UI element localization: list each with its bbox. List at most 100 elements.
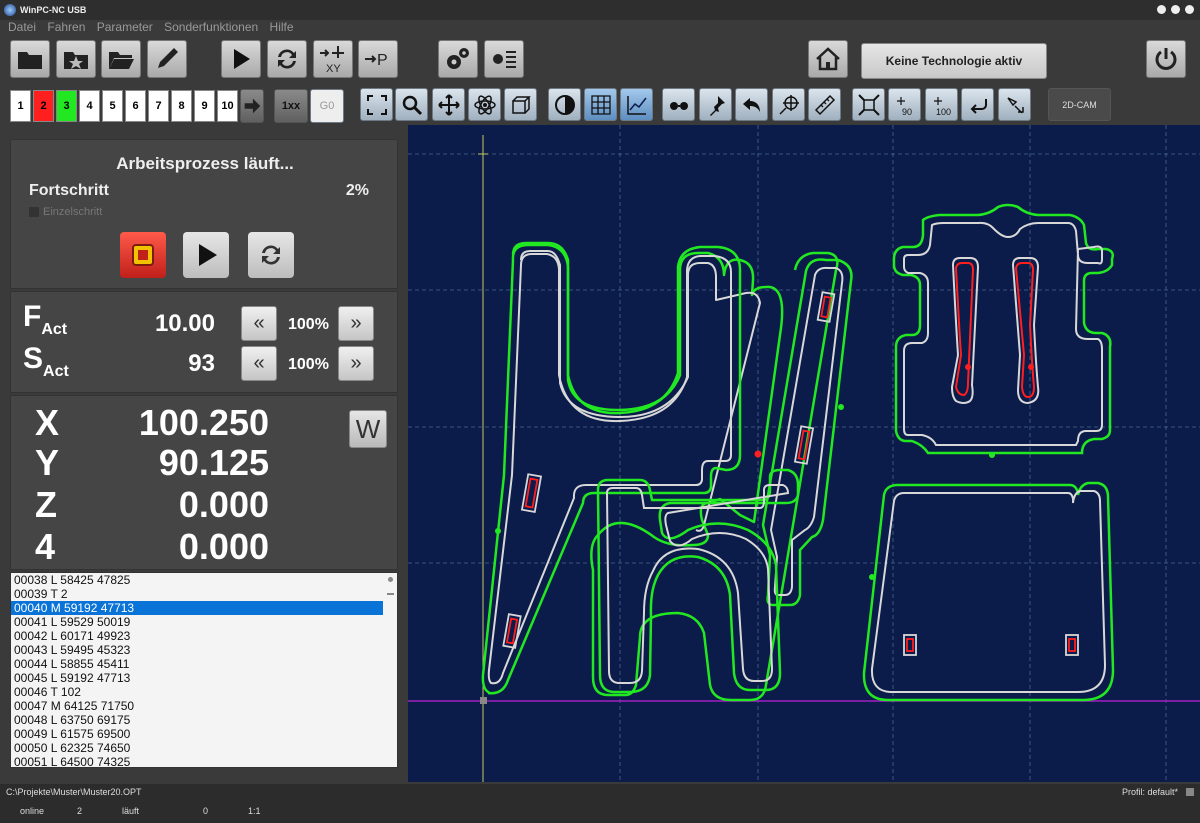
cam-canvas[interactable] bbox=[408, 125, 1200, 782]
maximize-button[interactable] bbox=[1171, 5, 1180, 14]
file-path: C:\Projekte\Muster\Muster20.OPT bbox=[6, 787, 142, 797]
grid-icon bbox=[590, 94, 611, 115]
technology-button[interactable]: Keine Technologie aktiv bbox=[861, 43, 1047, 79]
graph-button[interactable] bbox=[620, 88, 653, 121]
move-to-p-button[interactable]: P bbox=[358, 40, 398, 78]
speed-increase-button[interactable]: » bbox=[338, 346, 374, 381]
restart-button[interactable] bbox=[248, 232, 294, 278]
rotate-90-button[interactable]: 90 bbox=[888, 88, 921, 121]
gcode-line[interactable]: 00046 T 102 bbox=[11, 685, 383, 699]
menu-parameter[interactable]: Parameter bbox=[97, 20, 153, 34]
move-xy-button[interactable]: XY bbox=[313, 40, 353, 78]
favorites-button[interactable] bbox=[56, 40, 96, 78]
menu-bar: Datei Fahren Parameter Sonderfunktionen … bbox=[0, 20, 1200, 36]
settings-button[interactable] bbox=[438, 40, 478, 78]
power-icon bbox=[1155, 48, 1177, 70]
gcode-line[interactable]: 00047 M 64125 71750 bbox=[11, 699, 383, 713]
gcode-line[interactable]: 00040 M 59192 47713 bbox=[11, 601, 383, 615]
gcode-line[interactable]: 00049 L 61575 69500 bbox=[11, 727, 383, 741]
gcode-list[interactable]: 00038 L 58425 47825 00039 T 2 00040 M 5919… bbox=[10, 572, 398, 768]
measure-button[interactable] bbox=[808, 88, 841, 121]
close-button[interactable] bbox=[1185, 5, 1194, 14]
power-button[interactable] bbox=[1146, 40, 1186, 78]
scale-1xx-button[interactable]: 1xx bbox=[274, 89, 308, 123]
gcode-line[interactable]: 00039 T 2 bbox=[11, 587, 383, 601]
feed-value: 10.00 bbox=[154, 310, 215, 337]
pin-icon bbox=[709, 95, 725, 116]
status-state: läuft bbox=[122, 806, 140, 816]
workpiece-zero-button[interactable]: W bbox=[349, 410, 387, 448]
return-button[interactable] bbox=[961, 88, 994, 121]
scale-100-button[interactable]: 100 bbox=[925, 88, 958, 121]
gcode-line[interactable]: 00044 L 58855 45411 bbox=[11, 657, 383, 671]
gcode-line[interactable]: 00043 L 59495 45323 bbox=[11, 643, 383, 657]
gcode-line[interactable]: 00045 L 59192 47713 bbox=[11, 671, 383, 685]
status-count: 0 bbox=[203, 806, 209, 816]
gcode-line[interactable]: 00042 L 60171 49923 bbox=[11, 629, 383, 643]
ruler-icon bbox=[814, 94, 835, 115]
pan-button[interactable] bbox=[432, 88, 465, 121]
menu-sonderfunktionen[interactable]: Sonderfunktionen bbox=[164, 20, 258, 34]
gcode-scrollbar[interactable] bbox=[384, 573, 397, 767]
slot-left-red bbox=[954, 262, 975, 397]
tool-4-button[interactable]: 4 bbox=[79, 90, 100, 122]
start-button[interactable] bbox=[221, 40, 261, 78]
gcode-line[interactable]: 00050 L 62325 74650 bbox=[11, 741, 383, 755]
single-step-checkbox[interactable]: Einzelschritt bbox=[29, 206, 102, 218]
open-file-button[interactable] bbox=[10, 40, 50, 78]
stop-button[interactable] bbox=[120, 232, 166, 278]
home-button[interactable] bbox=[808, 40, 848, 78]
tool-8-button[interactable]: 8 bbox=[171, 90, 192, 122]
axis-z-label: Z bbox=[35, 484, 57, 525]
cube-view-button[interactable] bbox=[504, 88, 537, 121]
open-folder-button[interactable] bbox=[101, 40, 141, 78]
repeat-button[interactable] bbox=[267, 40, 307, 78]
scale-100-icon: 100 bbox=[933, 96, 951, 117]
3d-view-button[interactable] bbox=[468, 88, 501, 121]
edit-button[interactable] bbox=[147, 40, 187, 78]
zoom-button[interactable] bbox=[395, 88, 428, 121]
mirror-button[interactable] bbox=[998, 88, 1031, 121]
gcode-line[interactable]: 00051 L 64500 74325 bbox=[11, 755, 383, 767]
tool-9-button[interactable]: 9 bbox=[194, 90, 215, 122]
tool-2-button[interactable]: 2 bbox=[33, 90, 54, 122]
menu-hilfe[interactable]: Hilfe bbox=[270, 20, 294, 34]
target-button[interactable] bbox=[772, 88, 805, 121]
g0-button[interactable]: G0 bbox=[310, 89, 344, 123]
tool-10-button[interactable]: 10 bbox=[217, 90, 238, 122]
feed-increase-button[interactable]: » bbox=[338, 306, 374, 341]
svg-text:90: 90 bbox=[902, 107, 912, 117]
arrow-right-icon bbox=[244, 98, 261, 114]
scale-button[interactable] bbox=[852, 88, 885, 121]
resume-button[interactable] bbox=[183, 232, 229, 278]
tool-5-button[interactable]: 5 bbox=[102, 90, 123, 122]
tool-1-button[interactable]: 1 bbox=[10, 90, 31, 122]
tool-6-button[interactable]: 6 bbox=[125, 90, 146, 122]
part-seat bbox=[862, 481, 1115, 702]
minimize-button[interactable] bbox=[1157, 5, 1166, 14]
speed-decrease-button[interactable]: « bbox=[241, 346, 277, 381]
tool-3-button[interactable]: 3 bbox=[56, 90, 77, 122]
contrast-button[interactable] bbox=[548, 88, 581, 121]
next-tool-button[interactable] bbox=[240, 89, 264, 123]
2d-cam-button[interactable]: 2D-CAM bbox=[1048, 88, 1111, 121]
feed-label: FAct bbox=[23, 300, 68, 338]
title-bar: WinPC-NC USB bbox=[0, 0, 1200, 20]
undo-button[interactable] bbox=[735, 88, 768, 121]
svg-text:XY: XY bbox=[326, 63, 341, 74]
settings-icon[interactable] bbox=[1186, 788, 1194, 796]
pin-button[interactable] bbox=[699, 88, 732, 121]
menu-datei[interactable]: Datei bbox=[8, 20, 36, 34]
play-icon bbox=[199, 244, 217, 266]
tool-7-button[interactable]: 7 bbox=[148, 90, 169, 122]
glasses-button[interactable] bbox=[662, 88, 695, 121]
zoom-fit-button[interactable] bbox=[360, 88, 393, 121]
axis-4-label: 4 bbox=[35, 526, 56, 567]
grid-button[interactable] bbox=[584, 88, 617, 121]
feed-decrease-button[interactable]: « bbox=[241, 306, 277, 341]
gcode-line[interactable]: 00041 L 59529 50019 bbox=[11, 615, 383, 629]
gcode-line[interactable]: 00038 L 58425 47825 bbox=[11, 573, 383, 587]
gcode-line[interactable]: 00048 L 63750 69175 bbox=[11, 713, 383, 727]
menu-fahren[interactable]: Fahren bbox=[47, 20, 85, 34]
parameter-list-button[interactable] bbox=[484, 40, 524, 78]
